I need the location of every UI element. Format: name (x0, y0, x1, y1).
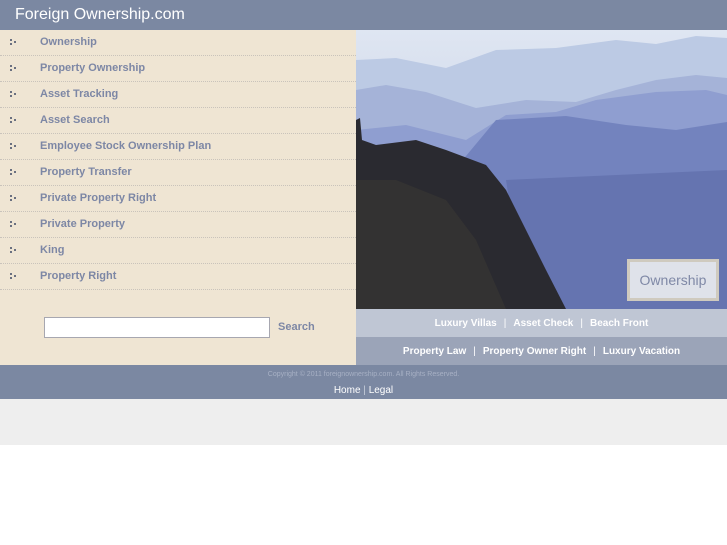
sidebar-item-asset-tracking[interactable]: Asset Tracking (0, 82, 356, 108)
sidebar-item-label[interactable]: King (40, 244, 64, 256)
bullet-dots-icon (10, 143, 18, 151)
link-luxury-villas[interactable]: Luxury Villas (435, 318, 497, 329)
link-separator: | (503, 317, 507, 329)
sidebar-item-private-property[interactable]: Private Property (0, 212, 356, 238)
sidebar-item-label[interactable]: Property Ownership (40, 62, 145, 74)
footer-link-home[interactable]: Home (334, 385, 361, 396)
bullet-dots-icon (10, 195, 18, 203)
link-beach-front[interactable]: Beach Front (590, 318, 648, 329)
site-title[interactable]: Foreign Ownership.com (15, 6, 185, 24)
bullet-dots-icon (10, 169, 18, 177)
sidebar-item-king[interactable]: King (0, 238, 356, 264)
link-separator: | (473, 345, 476, 357)
search-form: Search (0, 316, 356, 365)
sidebar-item-label[interactable]: Asset Tracking (40, 88, 118, 100)
bullet-dots-icon (10, 39, 18, 47)
link-property-law[interactable]: Property Law (403, 346, 466, 357)
sidebar-item-label[interactable]: Property Transfer (40, 166, 132, 178)
links-row-secondary: Property Law | Property Owner Right | Lu… (356, 337, 727, 365)
sidebar-item-label[interactable]: Asset Search (40, 114, 110, 126)
bullet-dots-icon (10, 117, 18, 125)
sidebar-item-label[interactable]: Private Property (40, 218, 125, 230)
sidebar-item-ownership[interactable]: Ownership (0, 30, 356, 56)
bullet-dots-icon (10, 91, 18, 99)
link-separator: | (593, 345, 596, 357)
links-row-primary: Luxury Villas | Asset Check | Beach Fron… (356, 309, 727, 337)
link-luxury-vacation[interactable]: Luxury Vacation (603, 346, 680, 357)
bullet-dots-icon (10, 273, 18, 281)
footer-link-legal[interactable]: Legal (369, 385, 393, 396)
bullet-dots-icon (10, 221, 18, 229)
sidebar-item-property-ownership[interactable]: Property Ownership (0, 56, 356, 82)
search-button[interactable]: Search (278, 321, 315, 333)
sidebar-item-label[interactable]: Employee Stock Ownership Plan (40, 140, 211, 152)
site-header: Foreign Ownership.com (0, 0, 727, 30)
hero-badge[interactable]: Ownership (627, 259, 719, 301)
link-separator: | (580, 317, 583, 329)
bottom-band (0, 399, 727, 445)
bullet-dots-icon (10, 65, 18, 73)
sidebar-item-label[interactable]: Private Property Right (40, 192, 156, 204)
footer-links: Home | Legal (0, 385, 727, 396)
sidebar-item-label[interactable]: Ownership (40, 36, 97, 48)
sidebar-item-asset-search[interactable]: Asset Search (0, 108, 356, 134)
copyright-text: Copyright © 2011 foreignownership.com. A… (267, 371, 460, 378)
sidebar-item-property-transfer[interactable]: Property Transfer (0, 160, 356, 186)
hero-image: Ownership (356, 30, 727, 309)
bullet-dots-icon (10, 247, 18, 255)
sidebar-item-label[interactable]: Property Right (40, 270, 116, 282)
sidebar-item-private-property-right[interactable]: Private Property Right (0, 186, 356, 212)
sidebar-item-property-right[interactable]: Property Right (0, 264, 356, 290)
site-footer: Copyright © 2011 foreignownership.com. A… (0, 365, 727, 399)
sidebar-item-employee-stock-ownership-plan[interactable]: Employee Stock Ownership Plan (0, 134, 356, 160)
link-asset-check[interactable]: Asset Check (513, 318, 573, 329)
link-property-owner-right[interactable]: Property Owner Right (483, 346, 586, 357)
footer-separator: | (363, 385, 366, 396)
search-input[interactable] (44, 317, 270, 338)
sidebar-nav: Ownership Property Ownership Asset Track… (0, 30, 356, 365)
